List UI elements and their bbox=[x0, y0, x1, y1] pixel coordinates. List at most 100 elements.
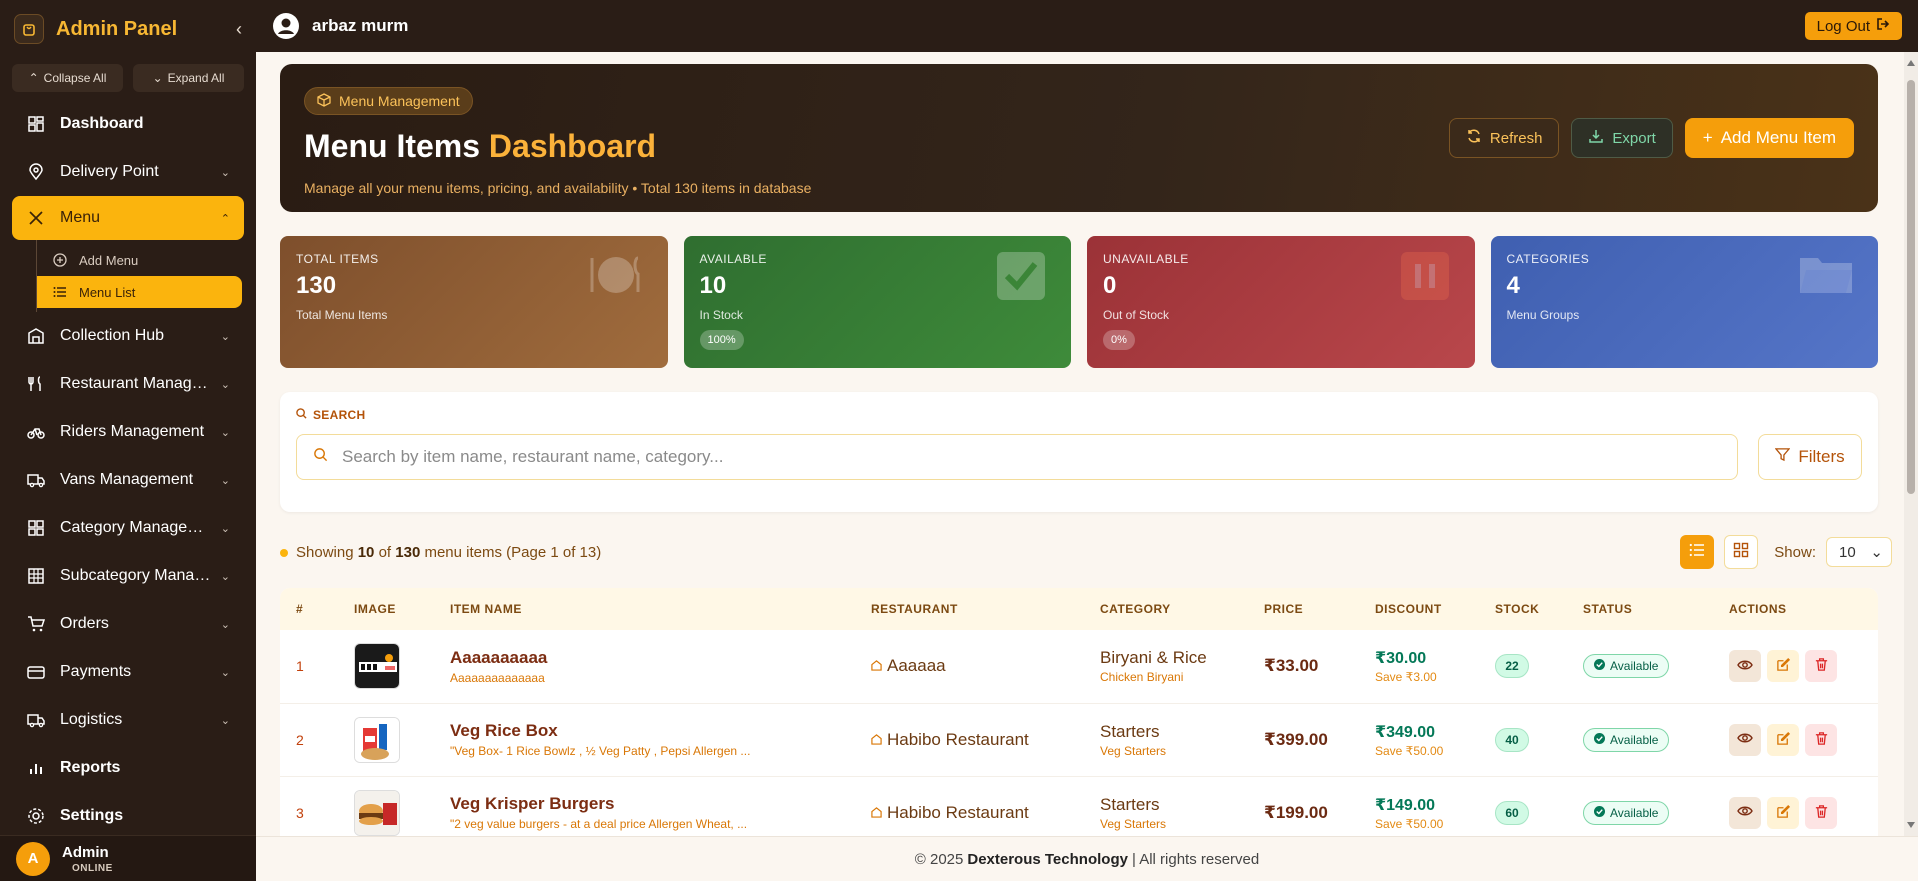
delete-button[interactable] bbox=[1805, 723, 1837, 756]
chevron-down-icon: ⌄ bbox=[220, 426, 230, 439]
edit-button[interactable] bbox=[1767, 796, 1799, 829]
logout-button[interactable]: Log Out bbox=[1804, 12, 1902, 40]
grid-icon bbox=[1733, 542, 1749, 563]
col-restaurant: RESTAURANT bbox=[871, 602, 958, 616]
trash-icon bbox=[1814, 804, 1829, 822]
sidebar-item-payments[interactable]: Payments ⌄ bbox=[0, 648, 256, 696]
chevron-down-icon: ⌄ bbox=[220, 618, 230, 631]
search-panel: SEARCH Filters bbox=[280, 392, 1878, 512]
subcategory-name: Chicken Biryani bbox=[1100, 670, 1184, 685]
col-status: STATUS bbox=[1583, 602, 1633, 616]
add-menu-item-button[interactable]: + Add Menu Item bbox=[1684, 118, 1854, 158]
store-icon bbox=[871, 656, 882, 676]
status-badge: Available bbox=[1583, 654, 1670, 679]
chevron-down-icon: ⌄ bbox=[220, 666, 230, 679]
export-button[interactable]: Export bbox=[1571, 118, 1673, 158]
chevron-down-icon: ⌄ bbox=[220, 474, 230, 487]
item-name[interactable]: Veg Krisper Burgers bbox=[450, 794, 839, 814]
stat-card-total-items: TOTAL ITEMS 130 Total Menu Items bbox=[280, 236, 668, 368]
sidebar-item-logistics[interactable]: Logistics ⌄ bbox=[0, 696, 256, 744]
sidebar-item-delivery-point[interactable]: Delivery Point ⌄ bbox=[0, 148, 256, 196]
view-button[interactable] bbox=[1729, 650, 1761, 683]
collapse-sidebar-icon[interactable]: ‹ bbox=[236, 19, 242, 40]
logout-icon bbox=[1876, 17, 1890, 35]
edit-button[interactable] bbox=[1767, 723, 1799, 756]
sidebar-item-subcategory-management[interactable]: Subcategory Manage... ⌄ bbox=[0, 552, 256, 600]
refresh-button[interactable]: Refresh bbox=[1448, 118, 1560, 158]
sidebar-item-riders-management[interactable]: Riders Management ⌄ bbox=[0, 408, 256, 456]
restaurant-name: Habibo Restaurant bbox=[887, 729, 1029, 749]
discount-price: ₹349.00 bbox=[1375, 723, 1436, 741]
item-description: Aaaaaaaaaaaaaa bbox=[450, 670, 545, 685]
store-icon bbox=[871, 803, 882, 823]
credit-card-icon bbox=[26, 662, 46, 682]
chevron-down-icon: ⌄ bbox=[220, 714, 230, 727]
sidebar-subitem-menu-list[interactable]: Menu List bbox=[37, 276, 242, 308]
list-view-button[interactable] bbox=[1680, 535, 1715, 569]
sidebar-item-settings[interactable]: Settings bbox=[0, 792, 256, 840]
chevron-down-icon: ⌄ bbox=[220, 166, 230, 179]
check-circle-icon bbox=[1594, 659, 1605, 673]
item-image[interactable] bbox=[354, 716, 400, 763]
table-row: 2 Veg Rice Box "Veg Box- 1 Rice Bowlz , … bbox=[280, 703, 1878, 776]
col-item-name: ITEM NAME bbox=[450, 602, 522, 616]
scroll-down-arrow[interactable] bbox=[1907, 822, 1915, 828]
item-name[interactable]: Veg Rice Box bbox=[450, 721, 839, 741]
delete-button[interactable] bbox=[1805, 796, 1837, 829]
view-controls: Show: 10 ⌄ bbox=[1680, 535, 1892, 569]
topbar: arbaz murm Log Out bbox=[256, 0, 1918, 52]
item-image[interactable] bbox=[354, 789, 400, 836]
filters-button[interactable]: Filters bbox=[1758, 434, 1862, 480]
chevron-down-icon: ⌄ bbox=[220, 378, 230, 391]
page-subtitle: Manage all your menu items, pricing, and… bbox=[304, 180, 812, 196]
grid-view-button[interactable] bbox=[1724, 535, 1759, 569]
chevron-down-icon: ⌄ bbox=[1870, 544, 1883, 561]
trash-icon bbox=[1814, 731, 1829, 749]
item-image[interactable] bbox=[354, 643, 400, 690]
map-pin-icon bbox=[26, 162, 46, 182]
collapse-all-button[interactable]: ⌃ Collapse All bbox=[12, 64, 123, 92]
view-button[interactable] bbox=[1729, 723, 1761, 756]
item-price: ₹399.00 bbox=[1264, 729, 1328, 749]
utensils-icon bbox=[26, 374, 46, 394]
sidebar-item-vans-management[interactable]: Vans Management ⌄ bbox=[0, 456, 256, 504]
item-description: "2 veg value burgers - at a deal price A… bbox=[450, 817, 748, 831]
menu-items-table: # IMAGE ITEM NAME RESTAURANT CATEGORY PR… bbox=[280, 588, 1878, 836]
page-size-select[interactable]: 10 ⌄ bbox=[1826, 537, 1892, 567]
search-icon bbox=[313, 447, 328, 467]
stat-card-available: AVAILABLE 10 In Stock 100% bbox=[683, 236, 1071, 368]
sidebar-item-menu[interactable]: Menu ⌃ bbox=[12, 196, 244, 240]
search-input[interactable] bbox=[342, 447, 1721, 467]
view-button[interactable] bbox=[1729, 796, 1761, 829]
main-scrollbar[interactable] bbox=[1904, 52, 1918, 836]
sidebar-subitem-add-menu[interactable]: Add Menu bbox=[37, 244, 242, 276]
sidebar: Admin Panel ‹ ⌃ Collapse All ⌄ Expand All … bbox=[0, 0, 256, 881]
edit-button[interactable] bbox=[1767, 650, 1799, 683]
sidebar-item-orders[interactable]: Orders ⌄ bbox=[0, 600, 256, 648]
sidebar-item-restaurant-management[interactable]: Restaurant Managem... ⌄ bbox=[0, 360, 256, 408]
hero-banner: Menu Management Menu Items Dashboard Man… bbox=[280, 64, 1878, 212]
eye-icon bbox=[1737, 803, 1753, 822]
sidebar-item-dashboard[interactable]: Dashboard bbox=[0, 100, 256, 148]
layout-grid-icon bbox=[26, 518, 46, 538]
package-icon bbox=[317, 92, 331, 110]
scrollbar-thumb[interactable] bbox=[1907, 80, 1915, 494]
sidebar-item-reports[interactable]: Reports bbox=[0, 744, 256, 792]
sidebar-nav: Dashboard Delivery Point ⌄ Menu ⌃ Add Me… bbox=[0, 100, 256, 840]
subcategory-name: Veg Starters bbox=[1100, 743, 1167, 758]
bike-icon bbox=[26, 422, 46, 442]
sidebar-header: Admin Panel ‹ bbox=[0, 0, 256, 58]
sidebar-item-category-management[interactable]: Category Management ⌄ bbox=[0, 504, 256, 552]
edit-icon bbox=[1776, 731, 1791, 749]
list-icon bbox=[53, 285, 67, 299]
delete-button[interactable] bbox=[1805, 650, 1837, 683]
sidebar-item-collection-hub[interactable]: Collection Hub ⌄ bbox=[0, 312, 256, 360]
status-dot bbox=[280, 548, 288, 557]
status-badge: Available bbox=[1583, 800, 1670, 825]
item-name[interactable]: Aaaaaaaaaa bbox=[450, 648, 839, 668]
expand-all-button[interactable]: ⌄ Expand All bbox=[133, 64, 244, 92]
plate-icon bbox=[588, 250, 644, 305]
scroll-up-arrow[interactable] bbox=[1907, 60, 1915, 66]
plus-icon: + bbox=[1702, 128, 1713, 147]
list-icon bbox=[1689, 542, 1705, 563]
